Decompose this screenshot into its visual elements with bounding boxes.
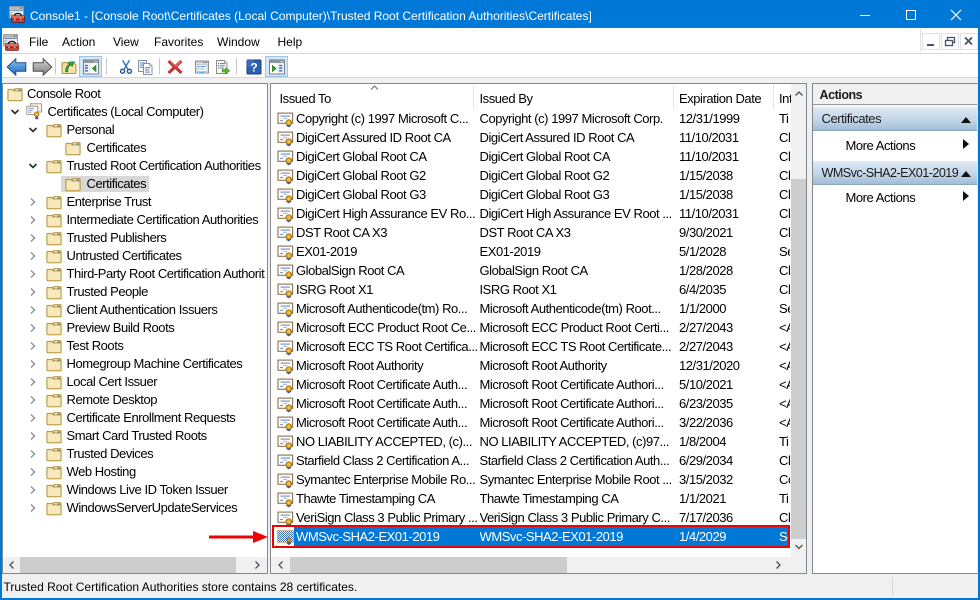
svg-text:?: ? xyxy=(250,61,257,75)
